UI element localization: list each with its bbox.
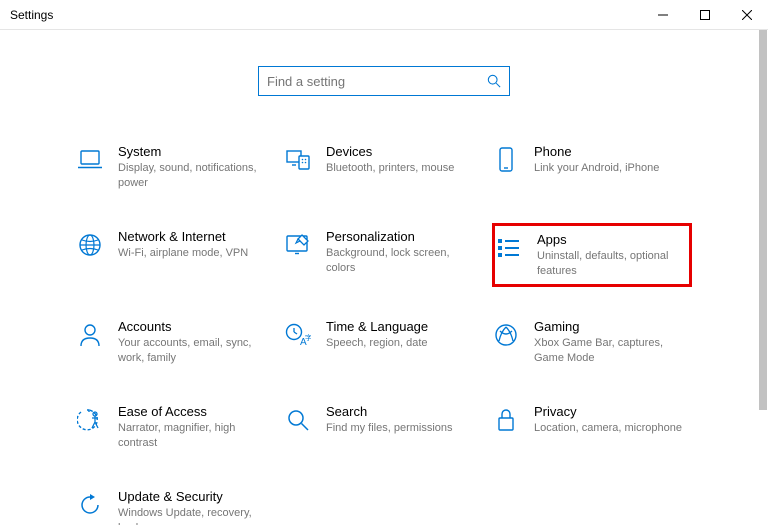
tile-title: Accounts: [118, 319, 272, 334]
tile-ease-of-access[interactable]: Ease of Access Narrator, magnifier, high…: [76, 398, 276, 457]
tile-title: Update & Security: [118, 489, 272, 504]
tile-text: Gaming Xbox Game Bar, captures, Game Mod…: [534, 319, 688, 366]
tile-title: Devices: [326, 144, 480, 159]
tile-desc: Location, camera, microphone: [534, 421, 688, 436]
tile-devices[interactable]: Devices Bluetooth, printers, mouse: [284, 138, 484, 197]
tile-title: Search: [326, 404, 480, 419]
tile-title: Phone: [534, 144, 688, 159]
tile-title: Privacy: [534, 404, 688, 419]
scrollbar[interactable]: [756, 30, 768, 525]
tile-privacy[interactable]: Privacy Location, camera, microphone: [492, 398, 692, 457]
tile-desc: Find my files, permissions: [326, 421, 480, 436]
svg-text:字: 字: [305, 333, 311, 342]
tile-text: Privacy Location, camera, microphone: [534, 404, 688, 436]
tile-update-security[interactable]: Update & Security Windows Update, recove…: [76, 483, 276, 525]
tile-desc: Narrator, magnifier, high contrast: [118, 421, 272, 451]
content-area: System Display, sound, notifications, po…: [0, 30, 768, 525]
settings-grid: System Display, sound, notifications, po…: [0, 138, 768, 525]
tile-system[interactable]: System Display, sound, notifications, po…: [76, 138, 276, 197]
tile-search[interactable]: Search Find my files, permissions: [284, 398, 484, 457]
search-box[interactable]: [258, 66, 510, 96]
titlebar: Settings: [0, 0, 768, 30]
window-controls: [642, 0, 768, 30]
tile-text: Phone Link your Android, iPhone: [534, 144, 688, 176]
lock-icon: [492, 406, 520, 434]
tile-title: Ease of Access: [118, 404, 272, 419]
close-button[interactable]: [726, 0, 768, 30]
tile-title: Network & Internet: [118, 229, 272, 244]
search-icon: [487, 74, 501, 88]
tile-desc: Link your Android, iPhone: [534, 161, 688, 176]
tile-desc: Speech, region, date: [326, 336, 480, 351]
tile-title: Apps: [537, 232, 685, 247]
tile-text: Search Find my files, permissions: [326, 404, 480, 436]
tile-text: Personalization Background, lock screen,…: [326, 229, 480, 276]
tile-desc: Background, lock screen, colors: [326, 246, 480, 276]
devices-icon: [284, 146, 312, 174]
tile-gaming[interactable]: Gaming Xbox Game Bar, captures, Game Mod…: [492, 313, 692, 372]
laptop-icon: [76, 146, 104, 174]
tile-text: Apps Uninstall, defaults, optional featu…: [537, 232, 685, 279]
tile-desc: Bluetooth, printers, mouse: [326, 161, 480, 176]
tile-title: Time & Language: [326, 319, 480, 334]
tile-desc: Uninstall, defaults, optional features: [537, 249, 685, 279]
time-language-icon: A字: [284, 321, 312, 349]
phone-icon: [492, 146, 520, 174]
tile-desc: Xbox Game Bar, captures, Game Mode: [534, 336, 688, 366]
tile-time-language[interactable]: A字 Time & Language Speech, region, date: [284, 313, 484, 372]
tile-title: Personalization: [326, 229, 480, 244]
paintbrush-icon: [284, 231, 312, 259]
minimize-button[interactable]: [642, 0, 684, 30]
tile-text: Accounts Your accounts, email, sync, wor…: [118, 319, 272, 366]
tile-text: Time & Language Speech, region, date: [326, 319, 480, 351]
tile-desc: Your accounts, email, sync, work, family: [118, 336, 272, 366]
search-container: [0, 66, 768, 96]
apps-list-icon: [495, 234, 523, 262]
tile-desc: Windows Update, recovery, backup: [118, 506, 272, 525]
tile-personalization[interactable]: Personalization Background, lock screen,…: [284, 223, 484, 288]
tile-desc: Wi-Fi, airplane mode, VPN: [118, 246, 272, 261]
tile-title: System: [118, 144, 272, 159]
tile-text: Network & Internet Wi-Fi, airplane mode,…: [118, 229, 272, 261]
person-icon: [76, 321, 104, 349]
tile-phone[interactable]: Phone Link your Android, iPhone: [492, 138, 692, 197]
tile-text: System Display, sound, notifications, po…: [118, 144, 272, 191]
tile-text: Update & Security Windows Update, recove…: [118, 489, 272, 525]
tile-title: Gaming: [534, 319, 688, 334]
tile-desc: Display, sound, notifications, power: [118, 161, 272, 191]
scrollbar-thumb[interactable]: [759, 30, 767, 410]
globe-icon: [76, 231, 104, 259]
ease-of-access-icon: [76, 406, 104, 434]
update-icon: [76, 491, 104, 519]
maximize-button[interactable]: [684, 0, 726, 30]
tile-network[interactable]: Network & Internet Wi-Fi, airplane mode,…: [76, 223, 276, 288]
tile-text: Devices Bluetooth, printers, mouse: [326, 144, 480, 176]
search-input[interactable]: [267, 74, 487, 89]
tile-apps[interactable]: Apps Uninstall, defaults, optional featu…: [492, 223, 692, 288]
tile-text: Ease of Access Narrator, magnifier, high…: [118, 404, 272, 451]
tile-accounts[interactable]: Accounts Your accounts, email, sync, wor…: [76, 313, 276, 372]
window-title: Settings: [10, 8, 642, 22]
magnifier-icon: [284, 406, 312, 434]
gaming-icon: [492, 321, 520, 349]
